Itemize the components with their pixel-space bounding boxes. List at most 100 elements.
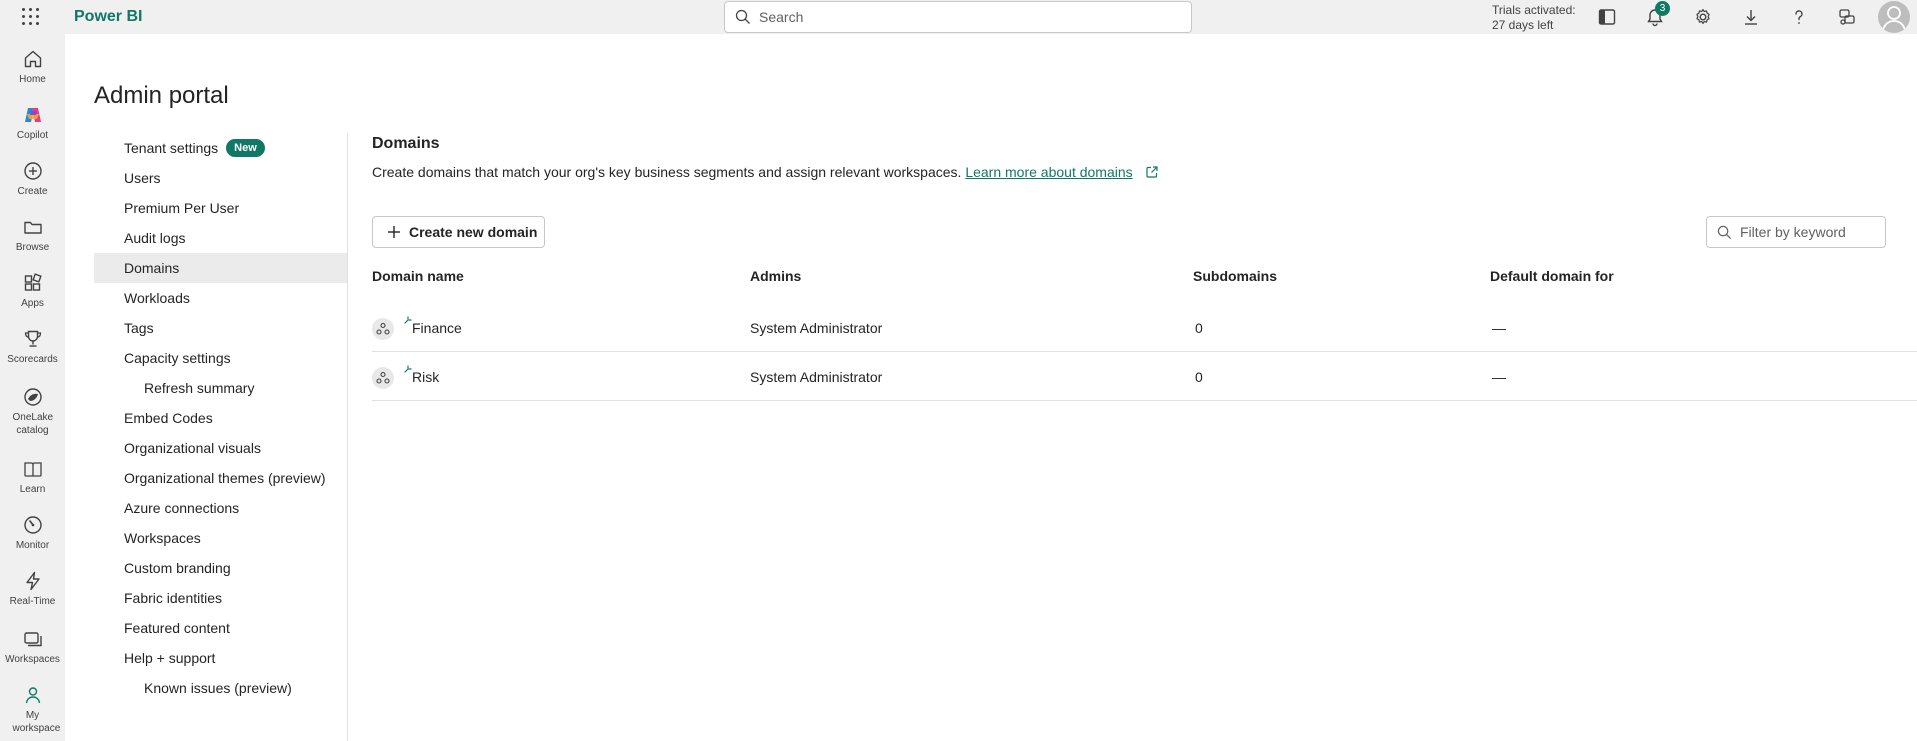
admin-menu: Tenant settings New Users Premium Per Us… [94,133,347,703]
section-title: Domains [372,135,440,152]
table-row[interactable]: Finance System Administrator 0 — [372,304,1917,352]
nav-browse[interactable]: Browse [0,216,65,254]
menu-item-known-issues[interactable]: Known issues (preview) [94,673,347,703]
copilot-icon [24,108,41,122]
menu-item-refresh-summary[interactable]: Refresh summary [94,373,347,403]
section-description: Create domains that match your org's key… [372,164,1159,180]
feedback-icon [1839,9,1855,25]
left-navigation: Home Copilot Create Browse Apps Scorecar… [0,34,65,741]
trial-status[interactable]: Trials activated: 27 days left [1492,3,1576,33]
person-icon [1882,6,1906,31]
onelake-icon [23,388,42,406]
nav-learn-label: Learn [19,484,46,495]
menu-item-organizational-themes[interactable]: Organizational themes (preview) [94,463,347,493]
nav-scorecards-label: Scorecards [7,354,58,365]
nav-monitor[interactable]: Monitor [0,514,65,552]
nav-onelake-catalog-label: OneLake catalog [12,412,54,436]
trophy-icon [24,330,41,347]
subdomains-cell: 0 [1195,369,1203,385]
nav-workspaces[interactable]: Workspaces [0,628,65,666]
search-input[interactable] [759,9,1179,25]
new-badge: New [226,139,265,157]
column-header-admins[interactable]: Admins [750,268,801,284]
subdomains-cell: 0 [1195,320,1203,336]
learn-more-link[interactable]: Learn more about domains [965,164,1132,180]
search-icon [735,9,750,24]
trial-status-line2: 27 days left [1492,18,1554,32]
menu-item-workloads[interactable]: Workloads [94,283,347,313]
menu-item-featured-content[interactable]: Featured content [94,613,347,643]
menu-item-workspaces[interactable]: Workspaces [94,523,347,553]
workspaces-icon [23,632,42,647]
nav-browse-label: Browse [15,242,50,253]
domain-name-cell[interactable]: Finance [412,320,462,336]
filter-input[interactable] [1740,224,1880,240]
nav-create-label: Create [17,186,48,197]
column-header-domain-name[interactable]: Domain name [372,268,464,284]
feedback-button[interactable] [1835,5,1859,29]
menu-divider [347,133,348,741]
book-icon [23,462,42,477]
nav-home-label: Home [19,74,46,85]
create-icon [23,162,42,180]
description-text: Create domains that match your org's key… [372,164,962,180]
nav-apps-label: Apps [21,298,44,309]
nav-create[interactable]: Create [0,160,65,198]
download-button[interactable] [1739,5,1763,29]
menu-item-azure-connections[interactable]: Azure connections [94,493,347,523]
home-icon [24,50,41,68]
nav-onelake-catalog[interactable]: OneLake catalog [0,386,65,437]
trial-status-line1: Trials activated: [1492,3,1576,17]
plus-icon [388,226,400,238]
domain-icon [372,318,394,340]
nav-workspaces-label: Workspaces [5,654,60,665]
menu-item-tenant-settings[interactable]: Tenant settings New [94,133,347,163]
settings-button[interactable] [1691,5,1715,29]
menu-item-organizational-visuals[interactable]: Organizational visuals [94,433,347,463]
domain-name-cell[interactable]: Risk [412,369,439,385]
notification-count-badge: 3 [1655,1,1670,16]
menu-item-premium-per-user[interactable]: Premium Per User [94,193,347,223]
search-icon [1717,225,1732,239]
nav-learn[interactable]: Learn [0,458,65,496]
menu-item-audit-logs[interactable]: Audit logs [94,223,347,253]
menu-item-tags[interactable]: Tags [94,313,347,343]
filter-box[interactable] [1706,216,1886,248]
menu-item-custom-branding[interactable]: Custom branding [94,553,347,583]
menu-item-help-support[interactable]: Help + support [94,643,347,673]
nav-home[interactable]: Home [0,48,65,86]
nav-copilot-label: Copilot [16,130,49,141]
nav-my-workspace-label: My workspace [12,710,61,734]
question-icon [1795,10,1803,24]
column-header-default-domain-for[interactable]: Default domain for [1490,268,1614,284]
table-row[interactable]: Risk System Administrator 0 — [372,353,1917,401]
app-launcher-icon[interactable] [21,7,41,27]
search-box[interactable] [724,1,1192,33]
menu-item-embed-codes[interactable]: Embed Codes [94,403,347,433]
external-link-icon[interactable] [1145,165,1159,179]
nav-apps[interactable]: Apps [0,272,65,310]
menu-item-capacity-settings[interactable]: Capacity settings [94,343,347,373]
account-avatar[interactable] [1878,1,1910,33]
page-title: Admin portal [94,82,229,109]
menu-item-users[interactable]: Users [94,163,347,193]
nav-copilot[interactable]: Copilot [0,104,65,142]
notifications-button[interactable]: 3 [1643,1,1670,29]
pane-toggle-icon[interactable] [1595,5,1619,29]
nav-my-workspace[interactable]: My workspace [0,684,65,735]
monitor-icon [23,516,42,534]
nav-real-time[interactable]: Real-Time [0,570,65,608]
folder-icon [23,221,42,234]
create-new-domain-button[interactable]: Create new domain [372,216,545,248]
column-header-subdomains[interactable]: Subdomains [1193,268,1277,284]
help-button[interactable] [1787,5,1811,29]
menu-item-fabric-identities[interactable]: Fabric identities [94,583,347,613]
top-bar: Power BI Trials activated: 27 days left … [0,0,1917,34]
nav-scorecards[interactable]: Scorecards [0,328,65,366]
nav-monitor-label: Monitor [15,540,50,551]
menu-item-domains[interactable]: Domains [94,253,347,283]
default-domain-cell: — [1492,369,1506,385]
app-title[interactable]: Power BI [74,8,142,26]
gear-icon [1696,8,1710,25]
nav-real-time-label: Real-Time [9,596,56,607]
